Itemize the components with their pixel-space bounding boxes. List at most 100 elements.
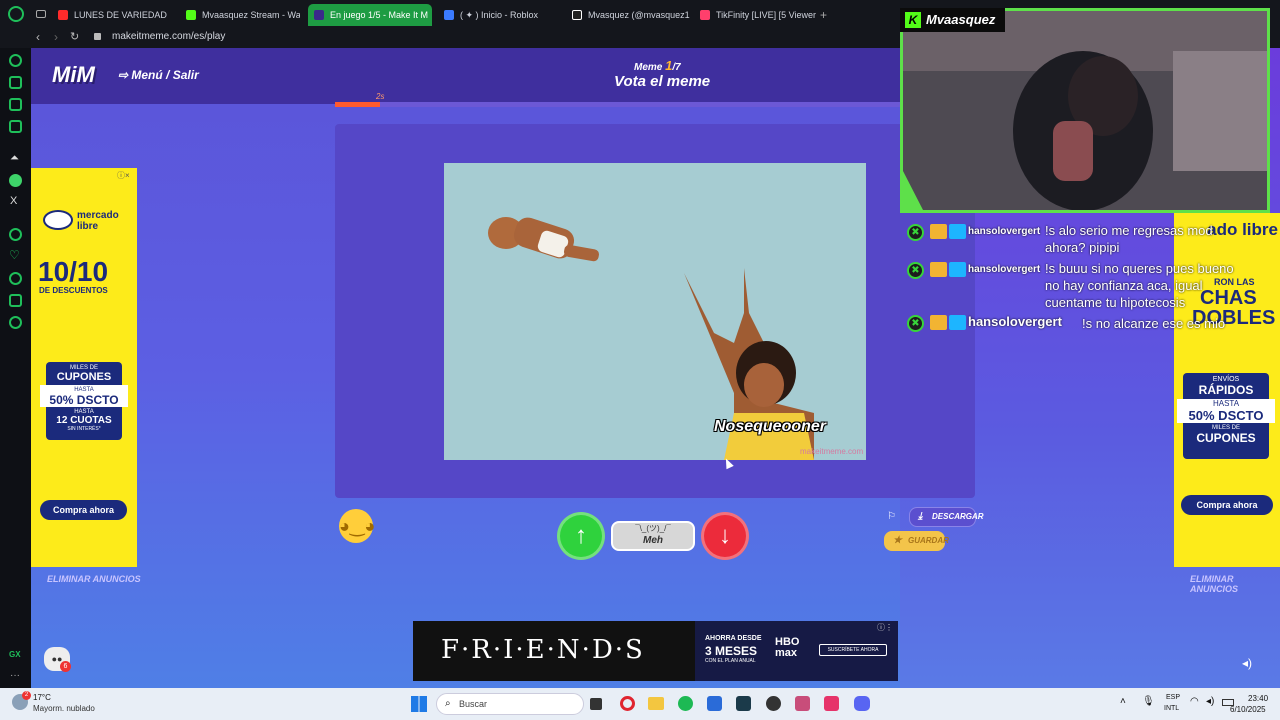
language-label-2[interactable]: INTL [1164,705,1179,712]
new-tab-button[interactable]: + [820,8,827,22]
whatsapp-icon[interactable] [9,174,22,187]
remove-ads-right[interactable]: ELIMINAR ANUNCIOS [1190,574,1280,594]
roblox-icon [444,10,454,20]
reload-icon[interactable]: ↻ [70,30,79,43]
timer-progress-fill [335,102,381,107]
settings-gear-icon[interactable] [9,316,22,329]
tab-tikfinity[interactable]: TikFinity [LIVE] [5 Viewer [694,4,818,26]
heart-icon[interactable]: ♡ [9,248,20,262]
task-view-icon[interactable] [590,698,602,710]
remove-ads-left[interactable]: ELIMINAR ANUNCIOS [47,574,141,584]
app-grid-icon[interactable] [795,696,810,711]
mim-logo[interactable]: MiM [52,62,95,88]
sidebar-refresh-icon[interactable] [9,54,22,67]
tab-tiktok[interactable]: Mvasquez (@mvasquez1 [566,4,690,26]
chat-username: hansolovergert [968,314,1062,329]
tab-youtube[interactable]: LUNES DE VARIEDAD [52,4,172,26]
extensions-icon[interactable] [9,294,22,307]
left-ad-banner[interactable]: mercado libre 10/10 DE DESCUENTOS MILES … [31,168,137,567]
weather-desc[interactable]: Mayorm. nublado [33,704,95,713]
windows-taskbar: 2 17°C Mayorm. nublado ⌕ Buscar ˄ 🎙︎ ESP… [0,688,1280,720]
crown-badge-icon [930,315,947,330]
speaker-icon[interactable]: ◂) [1206,696,1214,707]
left-ad-headline: 10/10 [38,256,109,287]
weather-alert-badge: 2 [22,691,31,700]
chat-bubble-icon[interactable]: ●● 6 [44,647,71,672]
left-ad-brand: mercado libre [77,210,119,232]
store-icon[interactable] [707,696,722,711]
timer-label: 2s [376,92,385,101]
taskbar-search-box[interactable]: ⌕ Buscar [436,693,584,715]
tab-manager-icon[interactable] [36,10,46,18]
download-button[interactable]: ⤓ DESCARGAR [909,507,984,527]
report-flag-icon[interactable]: ⚐ [887,511,896,522]
sidebar-clock-icon[interactable] [9,228,22,241]
obs-icon[interactable] [766,696,781,711]
sidebar-arrow-icon[interactable]: ⏶ [10,152,19,165]
bottom-ad-promo: AHORRA DESDE 3 MESES CON EL PLAN ANUAL H… [695,621,898,681]
tab-makeitmeme[interactable]: En juego 1/5 - Make It M [308,4,432,26]
emoji-reaction-button[interactable]: ◕‿◕ [339,509,375,543]
menu-exit-button[interactable]: ⇨ Menú / Salir [118,68,199,82]
kick-mod-badge-icon: ✖ [907,315,924,332]
sidebar-bag-icon[interactable] [9,76,22,89]
tab-roblox[interactable]: ( ✦ ) Inicio - Roblox [438,4,562,26]
opera-taskbar-icon[interactable] [620,696,635,711]
back-icon[interactable]: ‹ [36,30,40,44]
meme-watermark: makeitmeme.com [800,447,864,456]
volume-icon[interactable]: ◂) [1242,656,1252,670]
tray-chevron-icon[interactable]: ˄ [1120,696,1126,707]
forward-icon[interactable]: › [54,30,58,44]
opera-gx-icon[interactable] [8,6,24,22]
history-icon[interactable] [9,272,22,285]
left-ad-offers: MILES DE CUPONES HASTA 50% DSCTO HASTA 1… [40,362,128,440]
url-text[interactable]: makeitmeme.com/es/play [112,30,225,44]
og-badge-icon [949,224,966,239]
kick-logo-icon: K [905,12,921,28]
chat-text: !s alo serio me regresas mod ahora? pipi… [1045,223,1213,255]
ad-info-icon[interactable]: ⓘ× [117,170,130,181]
file-explorer-icon[interactable] [648,697,664,710]
og-badge-icon [949,315,966,330]
clock-date[interactable]: 6/10/2025 [1230,705,1266,714]
weather-temp[interactable]: 17°C [33,693,51,702]
app-icon[interactable] [736,696,751,711]
discord-icon[interactable] [854,696,870,711]
x-twitter-icon[interactable]: X [10,195,17,207]
wifi-icon[interactable]: ◠ [1190,696,1199,707]
exit-icon: ⇨ [118,68,132,82]
right-ad-cta-button[interactable]: Compra ahora [1181,495,1273,515]
bottom-ad-banner[interactable]: F·R·I·E·N·D·S AHORRA DESDE 3 MESES CON E… [413,621,898,681]
chat-text: !s buuu si no queres pues bueno no hay c… [1045,261,1234,310]
meh-vote-button[interactable]: ¯\_(ツ)_/¯ Meh [611,521,695,551]
kick-mod-badge-icon: ✖ [907,224,924,241]
bottom-ad-cta[interactable]: SUSCRÍBETE AHORA [819,644,887,656]
webcam-video [903,11,1267,211]
sidebar-music-icon[interactable] [9,120,22,133]
left-ad-cta-button[interactable]: Compra ahora [40,500,127,520]
save-button[interactable]: ★ GUARDAR [884,531,949,551]
more-icon[interactable]: ··· [10,670,20,681]
meme-illustration [488,217,814,460]
upvote-button[interactable]: ↑ [557,512,605,560]
ad-close-icon[interactable]: ⓘ⋮ [877,622,893,633]
spotify-icon[interactable] [678,696,693,711]
tab-kick[interactable]: Mvaasquez Stream - Wa [180,4,300,26]
chat-username: hansolovergert [968,226,1041,237]
mim-icon [314,10,324,20]
star-icon: ★ [893,535,902,546]
arrow-down-icon: ↓ [719,522,731,549]
gx-icon[interactable]: GX [9,650,21,659]
lock-icon [94,33,101,40]
search-icon: ⌕ [445,698,451,709]
tiktok-taskbar-icon[interactable] [824,696,839,711]
language-label[interactable]: ESP [1166,694,1180,701]
left-ad-sub: DE DESCUENTOS [39,286,108,295]
downvote-button[interactable]: ↓ [701,512,749,560]
meme-counter: Meme 1/7 [634,58,681,73]
kick-icon [186,10,196,20]
mic-icon[interactable]: 🎙︎ [1142,696,1155,707]
clock-time[interactable]: 23:40 [1248,694,1268,703]
sidebar-game-icon[interactable] [9,98,22,111]
windows-start-icon[interactable] [411,696,427,712]
